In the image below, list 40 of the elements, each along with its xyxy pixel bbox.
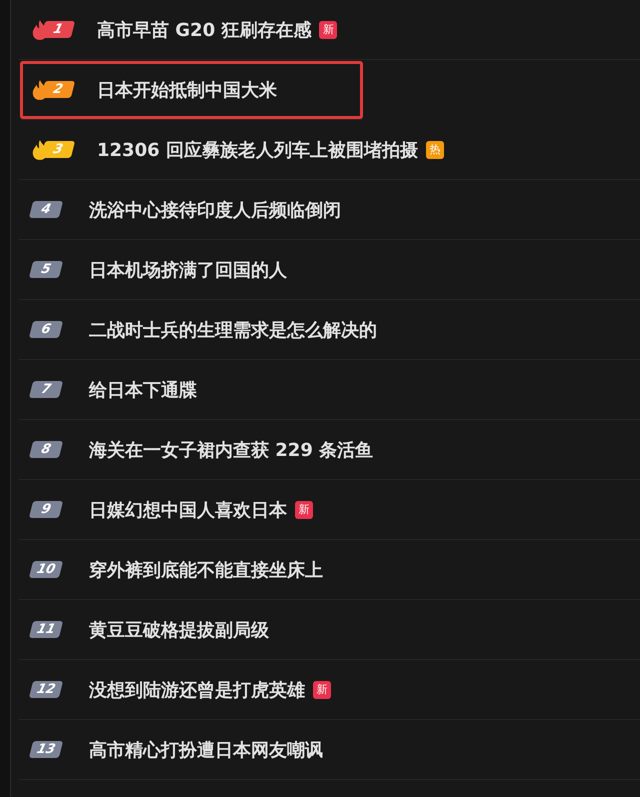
headline: 日本开始抵制中国大米 <box>97 78 277 102</box>
headline: 没想到陆游还曾是打虎英雄 <box>89 678 305 702</box>
headline: 穿外裤到底能不能直接坐床上 <box>89 558 323 582</box>
headline: 高市早苗 G20 狂刷存在感 <box>97 18 312 42</box>
news-item[interactable]: 10 穿外裤到底能不能直接坐床上 <box>19 540 640 600</box>
tag-badge: 新 <box>295 500 313 518</box>
rank-badge: 7 <box>28 381 64 398</box>
rank-badge: 6 <box>28 321 64 338</box>
news-item[interactable]: 5 日本机场挤满了回国的人 <box>19 240 640 300</box>
tag-badge: 新 <box>319 20 338 38</box>
tag-badge: 新 <box>313 680 331 698</box>
rank-badge: 11 <box>28 621 64 638</box>
rank-badge: 13 <box>28 741 64 758</box>
headline: 黄豆豆破格提拔副局级 <box>89 618 269 642</box>
news-item[interactable]: 2 日本开始抵制中国大米 <box>19 60 364 120</box>
headline: 二战时士兵的生理需求是怎么解决的 <box>89 318 377 342</box>
rank-badge: 9 <box>28 501 64 518</box>
headline: 洗浴中心接待印度人后频临倒闭 <box>89 198 341 222</box>
news-item[interactable]: 9 日媒幻想中国人喜欢日本 新 <box>19 480 640 540</box>
news-item[interactable]: 3 12306 回应彝族老人列车上被围堵拍摄 热 <box>19 120 640 180</box>
headline: 日媒幻想中国人喜欢日本 <box>89 498 287 522</box>
news-item[interactable]: 12 没想到陆游还曾是打虎英雄 新 <box>19 660 640 720</box>
rank-badge: 5 <box>28 261 64 278</box>
news-item[interactable]: 1 高市早苗 G20 狂刷存在感 新 <box>19 0 640 60</box>
headline: 日本机场挤满了回国的人 <box>89 258 287 282</box>
headline: 海关在一女子裙内查获 229 条活鱼 <box>89 438 374 462</box>
news-item[interactable]: 4 洗浴中心接待印度人后频临倒闭 <box>19 180 640 240</box>
news-item[interactable]: 11 黄豆豆破格提拔副局级 <box>19 600 640 660</box>
headline: 给日本下通牒 <box>89 378 197 402</box>
tag-badge: 热 <box>426 140 444 158</box>
news-item[interactable]: 6 二战时士兵的生理需求是怎么解决的 <box>19 300 640 360</box>
headline: 高市精心打扮遭日本网友嘲讽 <box>89 738 323 762</box>
news-item[interactable]: 7 给日本下通牒 <box>19 360 640 420</box>
news-item[interactable]: 13 高市精心打扮遭日本网友嘲讽 <box>19 720 640 780</box>
rank-badge: 10 <box>28 561 64 578</box>
rank-badge: 8 <box>28 441 64 458</box>
rank-badge: 4 <box>28 201 64 218</box>
rank-badge: 12 <box>28 681 64 698</box>
headline: 12306 回应彝族老人列车上被围堵拍摄 <box>97 138 418 162</box>
news-item[interactable]: 8 海关在一女子裙内查获 229 条活鱼 <box>19 420 640 480</box>
